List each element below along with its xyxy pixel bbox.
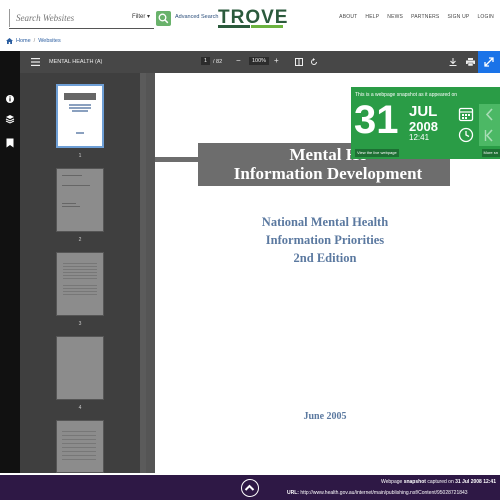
view-live-webpage-link[interactable]: View the live webpage [355, 149, 399, 157]
url-label: URL: [287, 490, 299, 496]
menu-icon[interactable] [31, 58, 40, 66]
capture-mid: captured on [427, 479, 454, 485]
banner-title-line-2: Information Development [233, 164, 423, 183]
capture-date: 31 Jul 2008 12:41 [455, 479, 496, 485]
nav-news[interactable]: NEWS [387, 14, 403, 20]
page-total: / 82 [213, 59, 223, 65]
print-icon[interactable] [466, 58, 475, 66]
zoom-level[interactable]: 100% [249, 57, 270, 65]
capture-info: Webpage snapshot captured on 31 Jul 2008… [381, 479, 496, 485]
thumbnail-page-3[interactable] [56, 252, 104, 316]
snapshot-time: 12:41 [409, 133, 430, 142]
capture-prefix: Webpage [380, 479, 403, 485]
fit-page-icon[interactable] [295, 58, 303, 66]
capture-url: URL: http://www.health.gov.au/internet/m… [287, 490, 468, 496]
search-underline [9, 28, 154, 29]
subtitle-line-2: Information Priorities [265, 233, 385, 247]
thumbnail-number: 1 [78, 153, 82, 159]
fullscreen-button[interactable] [478, 51, 500, 73]
previous-snapshot-button[interactable] [479, 104, 500, 125]
expand-icon [484, 57, 494, 67]
publication-date: June 2005 [303, 411, 347, 422]
rotate-icon[interactable] [310, 58, 318, 66]
snapshot-year: 2008 [409, 119, 438, 134]
nav-partners[interactable]: PARTNERS [411, 14, 439, 20]
thumbnail-number: 2 [78, 237, 82, 243]
snapshot-panel: This is a webpage snapshot as it appeare… [351, 87, 500, 159]
nav-about[interactable]: ABOUT [339, 14, 357, 20]
more-snapshots-link[interactable]: More sn [481, 149, 500, 157]
first-snapshot-button[interactable] [479, 125, 500, 146]
site-header: Filter ▾ Advanced Search TROVE ABOUT HEL… [0, 0, 500, 33]
document-title: MENTAL HEALTH (A) [49, 59, 103, 65]
thumbnail-page-1[interactable] [56, 84, 104, 148]
layers-icon[interactable] [5, 114, 15, 124]
page-number-input[interactable]: 1 [201, 57, 211, 65]
chevron-first-icon [484, 129, 493, 142]
capture-snapshot-word: snapshot [403, 479, 426, 485]
chevron-left-icon [485, 108, 493, 121]
nav-login[interactable]: LOGIN [477, 14, 494, 20]
top-nav: ABOUT HELP NEWS PARTNERS SIGN UP LOGIN [339, 14, 494, 20]
chevron-down-icon: ▾ [147, 14, 151, 20]
download-icon[interactable] [449, 58, 457, 66]
thumbnail-page-2[interactable] [56, 168, 104, 232]
breadcrumb: Home / Websites [6, 38, 61, 44]
subtitle-line-1: National Mental Health [261, 215, 389, 229]
clock-icon[interactable] [458, 127, 474, 143]
filter-label: Filter [132, 14, 146, 20]
logo-underline [218, 25, 283, 28]
subtitle-line-3: 2nd Edition [293, 251, 357, 265]
breadcrumb-websites[interactable]: Websites [38, 38, 61, 44]
banner-stripe [155, 157, 198, 162]
info-icon[interactable] [5, 94, 15, 104]
advanced-search-link[interactable]: Advanced Search [175, 14, 218, 20]
zoom-in-button[interactable]: + [274, 56, 279, 65]
snapshot-day: 31 [354, 98, 399, 142]
thumbnail-panel: 1 2 3 4 [20, 73, 146, 473]
thumbnail-page-5[interactable] [56, 420, 104, 473]
zoom-out-button[interactable]: − [236, 56, 241, 65]
viewer-toolbar: MENTAL HEALTH (A) 1 / 82 − 100% + [20, 51, 500, 73]
search-button[interactable] [156, 11, 171, 26]
chevron-up-icon [244, 484, 255, 491]
left-rail [0, 51, 20, 473]
search-input[interactable] [9, 9, 129, 27]
thumbnail-number: 4 [78, 405, 82, 411]
nav-sign-up[interactable]: SIGN UP [447, 14, 469, 20]
breadcrumb-home[interactable]: Home [16, 38, 31, 44]
home-icon [6, 38, 13, 44]
collapse-footer-button[interactable] [241, 479, 259, 497]
breadcrumb-separator: / [33, 38, 36, 44]
search-icon [158, 13, 169, 24]
thumbnail-number: 3 [78, 321, 82, 327]
nav-help[interactable]: HELP [365, 14, 379, 20]
snapshot-month: JUL [409, 103, 438, 120]
url-link[interactable]: http://www.health.gov.au/internet/main/p… [300, 490, 467, 496]
thumbnail-page-4[interactable] [56, 336, 104, 400]
bookmark-icon[interactable] [6, 138, 14, 148]
calendar-icon[interactable] [458, 106, 474, 122]
filter-dropdown[interactable]: Filter ▾ [132, 13, 150, 20]
